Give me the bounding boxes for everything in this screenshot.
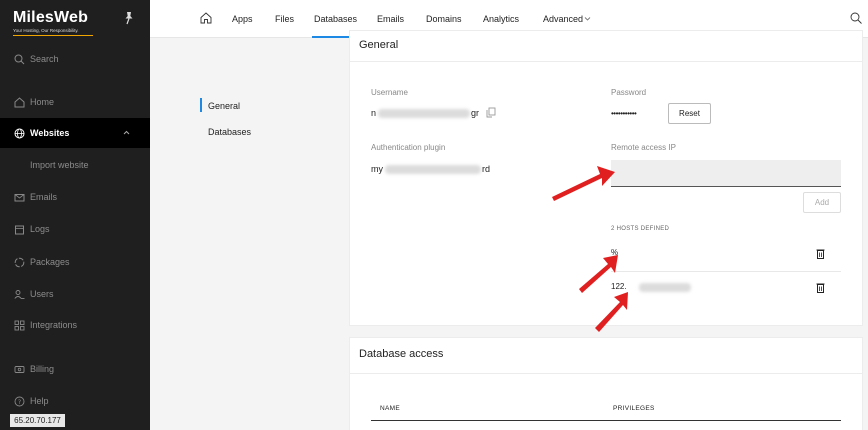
sidebar-item-websites[interactable]: Websites: [0, 118, 150, 148]
sidebar-item-home[interactable]: Home: [0, 87, 150, 117]
remote-ip-label: Remote access IP: [611, 143, 676, 152]
annotation-arrow-icon: [595, 292, 628, 332]
mail-icon: [13, 191, 25, 203]
password-value: •••••••••••: [611, 109, 637, 118]
sidebar-item-users[interactable]: Users: [0, 279, 150, 309]
card-icon: [13, 363, 25, 375]
add-button[interactable]: Add: [803, 192, 841, 213]
sidebar-item-label: Billing: [30, 364, 55, 374]
host-row: 122.: [611, 272, 841, 306]
database-access-title: Database access: [359, 348, 444, 360]
sidebar: MilesWeb Your Hosting, Our Responsibilit…: [0, 0, 150, 430]
ip-address-badge: 65.20.70.177: [10, 414, 65, 427]
search-icon[interactable]: [850, 12, 862, 24]
sidebar-item-label: Logs: [30, 224, 50, 234]
sidebar-item-help[interactable]: ? Help: [0, 386, 150, 416]
users-icon: [13, 288, 25, 300]
search-icon: [13, 53, 25, 65]
help-icon: ?: [13, 395, 25, 407]
sidebar-item-label: Import website: [30, 160, 89, 170]
sidebar-item-label: Home: [30, 97, 55, 107]
sidebar-item-integrations[interactable]: Integrations: [0, 310, 150, 340]
calendar-icon: [13, 223, 25, 235]
home-icon: [13, 96, 25, 108]
chevron-down-icon[interactable]: [584, 15, 591, 22]
auth-plugin-value-end: rd: [482, 164, 491, 174]
divider: [349, 373, 863, 374]
home-icon[interactable]: [200, 12, 212, 24]
tab-analytics[interactable]: Analytics: [483, 14, 519, 24]
subnav-general[interactable]: General: [208, 101, 240, 111]
redacted-host: [639, 283, 691, 292]
trash-icon[interactable]: [816, 248, 825, 259]
copy-icon[interactable]: [486, 107, 496, 118]
tab-apps[interactable]: Apps: [232, 14, 253, 24]
column-header-name: NAME: [380, 405, 400, 412]
sidebar-item-label: Packages: [30, 257, 70, 267]
logo-underline: [13, 35, 93, 36]
sidebar-search-label: Search: [30, 54, 59, 64]
tab-advanced[interactable]: Advanced: [543, 14, 583, 24]
sidebar-item-label: Users: [30, 289, 54, 299]
tab-files[interactable]: Files: [275, 14, 294, 24]
sidebar-item-label: Help: [30, 396, 49, 406]
hosts-defined-count: 2 HOSTS DEFINED: [611, 226, 670, 232]
password-label: Password: [611, 88, 647, 97]
general-title: General: [359, 39, 399, 51]
subnav-databases[interactable]: Databases: [208, 127, 251, 137]
column-header-privileges: PRIVILEGES: [613, 405, 655, 412]
divider: [349, 61, 863, 62]
username-value-start: n: [371, 108, 377, 118]
sidebar-item-billing[interactable]: Billing: [0, 354, 150, 384]
username-value-end: gr: [471, 108, 480, 118]
subnav-active-indicator: [200, 98, 202, 112]
logo[interactable]: MilesWeb: [13, 9, 88, 27]
annotation-arrow-icon: [552, 166, 615, 201]
redacted-username: [378, 109, 470, 118]
sidebar-search[interactable]: Search: [0, 44, 150, 74]
trash-icon[interactable]: [816, 282, 825, 293]
sidebar-item-label: Websites: [30, 128, 70, 138]
chevron-up-icon[interactable]: [123, 129, 130, 136]
globe-icon: [13, 127, 25, 139]
pin-icon[interactable]: [124, 11, 134, 25]
sidebar-item-label: Emails: [30, 192, 58, 202]
circle-icon: [13, 256, 25, 268]
sidebar-item-packages[interactable]: Packages: [0, 247, 150, 277]
host-row: %: [611, 238, 841, 272]
sidebar-item-label: Integrations: [30, 320, 78, 330]
redacted-auth-plugin: [385, 165, 481, 174]
grid-icon: [13, 319, 25, 331]
tab-emails[interactable]: Emails: [377, 14, 404, 24]
username-label: Username: [371, 88, 408, 97]
sidebar-item-logs[interactable]: Logs: [0, 214, 150, 244]
logo-tagline: Your Hosting, Our Responsibility.: [13, 28, 79, 33]
table-header-divider: [371, 420, 841, 421]
remote-ip-input[interactable]: [611, 160, 841, 187]
sidebar-item-import-website[interactable]: Import website: [0, 150, 150, 180]
svg-text:?: ?: [17, 398, 20, 406]
auth-plugin-label: Authentication plugin: [371, 143, 446, 152]
tab-domains[interactable]: Domains: [426, 14, 462, 24]
tab-databases[interactable]: Databases: [311, 14, 360, 38]
auth-plugin-value-start: my: [371, 164, 383, 174]
sidebar-item-emails[interactable]: Emails: [0, 182, 150, 212]
reset-button[interactable]: Reset: [668, 103, 711, 124]
